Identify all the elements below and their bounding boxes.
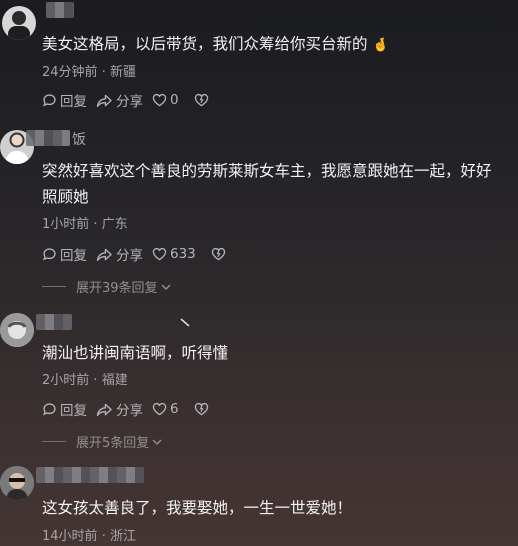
share-button[interactable]: 分享	[96, 90, 143, 110]
time: 14小时前	[42, 529, 98, 544]
share-button[interactable]: 分享	[96, 244, 143, 264]
reply-bubble-icon	[43, 93, 56, 106]
like-count: 633	[170, 246, 196, 262]
avatar[interactable]	[0, 313, 34, 347]
cursor-mark	[180, 318, 190, 327]
share-button[interactable]: 分享	[96, 399, 143, 419]
share-arrow-icon	[96, 94, 112, 107]
username-blurred[interactable]	[26, 130, 70, 146]
dislike-heart-icon	[211, 247, 226, 261]
time: 2小时前	[42, 373, 90, 388]
chevron-down-icon	[152, 439, 162, 445]
dislike-heart-icon	[194, 402, 208, 416]
like-heart-icon	[152, 402, 167, 416]
reply-button[interactable]: 回复	[42, 244, 87, 264]
comment-text: 美女这格局，以后带货，我们众筹给你买台新的 🤞	[42, 35, 389, 53]
comment-meta: 14小时前 · 浙江	[42, 529, 136, 544]
location: 新疆	[109, 65, 136, 80]
comment-text: 这女孩太善良了，我要娶她，一生一世爱她！	[42, 499, 353, 517]
dislike-button[interactable]	[194, 402, 212, 416]
comment-text: 突然好喜欢这个善良的劳斯莱斯女车主，我愿意跟她在一起，好好照顾她	[42, 162, 492, 206]
comment-meta: 1小时前 · 广东	[42, 217, 128, 232]
dislike-button[interactable]	[211, 247, 229, 261]
username-blurred[interactable]	[36, 314, 72, 330]
avatar[interactable]	[2, 6, 36, 40]
username[interactable]: 饭	[72, 129, 86, 149]
reply-button[interactable]: 回复	[42, 399, 87, 419]
dislike-button[interactable]	[194, 93, 212, 107]
time: 1小时前	[42, 217, 90, 232]
username-blurred[interactable]	[46, 2, 74, 18]
location: 浙江	[109, 529, 136, 544]
like-button[interactable]: 0	[152, 92, 179, 108]
like-count: 6	[170, 401, 179, 417]
share-arrow-icon	[96, 403, 112, 416]
reply-button[interactable]: 回复	[42, 90, 87, 110]
like-count: 0	[170, 92, 179, 108]
like-heart-icon	[152, 93, 167, 107]
location: 广东	[101, 217, 128, 232]
like-button[interactable]: 6	[152, 401, 179, 417]
emoji: 🤞	[372, 38, 389, 53]
comment-meta: 2小时前 · 福建	[42, 373, 128, 388]
share-arrow-icon	[96, 248, 112, 261]
like-button[interactable]: 633	[152, 246, 196, 262]
expand-replies-button[interactable]: 展开5条回复	[42, 432, 163, 451]
chevron-down-icon	[161, 284, 171, 290]
divider	[42, 286, 66, 287]
like-heart-icon	[152, 247, 167, 261]
avatar[interactable]	[0, 466, 34, 500]
time: 24分钟前	[42, 65, 98, 80]
divider	[42, 441, 66, 442]
comment-actions: 回复 分享 0	[42, 90, 221, 110]
reply-bubble-icon	[43, 402, 56, 415]
comment-meta: 24分钟前 · 新疆	[42, 65, 136, 80]
location: 福建	[101, 373, 128, 388]
comment-text: 潮汕也讲闽南语啊，听得懂	[42, 344, 229, 362]
comment-actions: 回复 分享 633	[42, 244, 238, 264]
dislike-heart-icon	[194, 93, 208, 107]
comment-actions: 回复 分享 6	[42, 399, 221, 419]
username-blurred[interactable]	[36, 467, 144, 483]
expand-replies-button[interactable]: 展开39条回复	[42, 277, 172, 296]
reply-bubble-icon	[43, 247, 56, 260]
